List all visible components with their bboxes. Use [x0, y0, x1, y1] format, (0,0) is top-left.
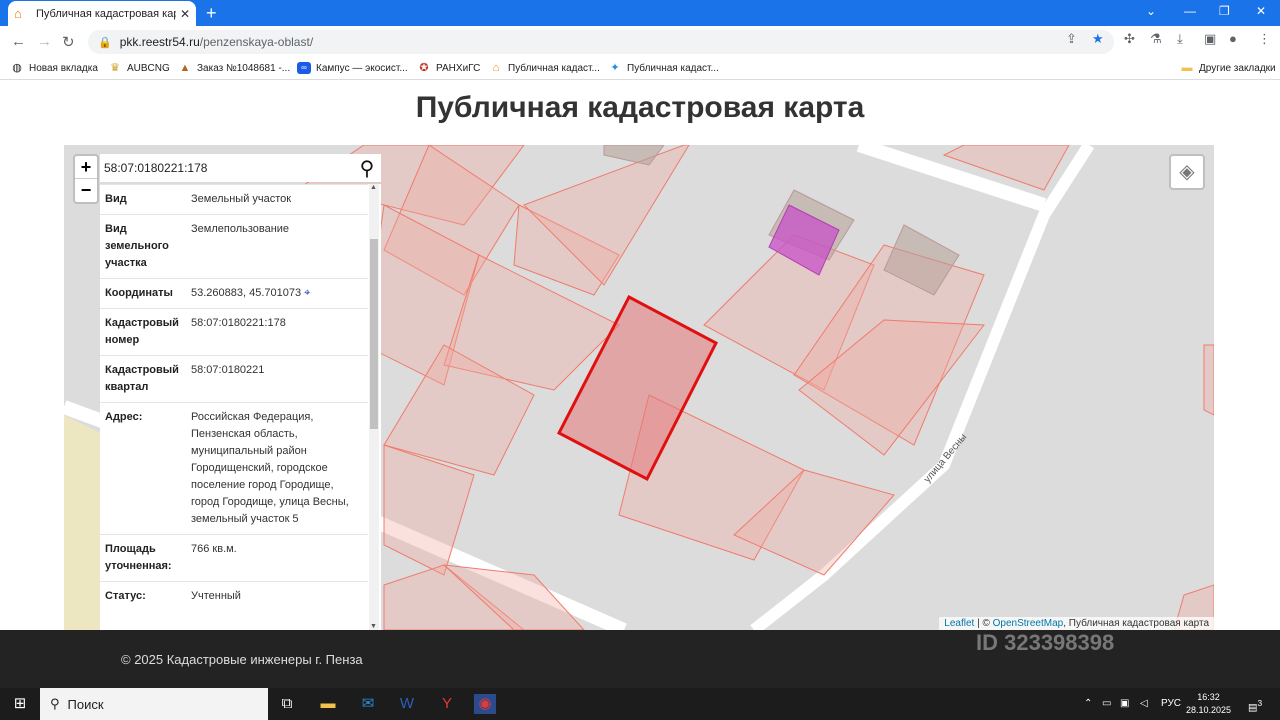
table-row: Кадастровый номер 58:07:0180221:178	[100, 308, 368, 356]
network-icon[interactable]: ▣	[1120, 698, 1129, 709]
taskbar-search[interactable]: ⚲ Поиск	[40, 688, 268, 720]
close-window-icon[interactable]: ✕	[1256, 4, 1266, 18]
extensions-icon[interactable]: ✣	[1124, 31, 1135, 47]
leaflet-link[interactable]: Leaflet	[944, 618, 974, 629]
ranepa-icon: ✪	[419, 62, 429, 74]
bookmark-item[interactable]: ✪ РАНХиГС	[417, 62, 480, 74]
bookmark-star-icon[interactable]: ★	[1092, 31, 1104, 47]
order-icon: ▲	[179, 62, 191, 74]
scroll-down-icon[interactable]: ▼	[370, 623, 377, 630]
browser-tab-active[interactable]: ⌂ Публичная кадастровая карта П ✕	[8, 1, 196, 26]
menu-kebab-icon[interactable]: ⋮	[1258, 31, 1271, 47]
table-row: Вид Земельный участок	[100, 184, 368, 215]
url-host: pkk.reestr54.ru	[119, 35, 200, 49]
tab-search-chevron-icon[interactable]: ⌄	[1146, 4, 1156, 18]
table-row: Площадь уточненная: 766 кв.м.	[100, 534, 368, 582]
cadastre-icon: ✦	[610, 62, 620, 74]
chrome-app-icon[interactable]: ◉	[474, 694, 496, 714]
tray-chevron-icon[interactable]: ⌃	[1084, 698, 1092, 709]
table-row: Кадастровый квартал 58:07:0180221	[100, 355, 368, 403]
volume-icon[interactable]: ◁	[1140, 698, 1148, 709]
lock-icon: 🔒	[98, 36, 112, 49]
table-row: Вид земельного участка Землепользование	[100, 214, 368, 279]
bookmark-item[interactable]: ♛ AUBCNG	[108, 62, 170, 74]
taskbar-clock[interactable]: 16:32 28.10.2025	[1186, 691, 1231, 717]
reload-icon[interactable]: ↻	[62, 33, 75, 51]
notifications-icon[interactable]: ▤3	[1248, 698, 1262, 713]
globe-icon: ◍	[12, 62, 22, 74]
task-view-icon[interactable]: ⧉	[276, 694, 298, 714]
layers-icon[interactable]: ◈	[1169, 154, 1205, 190]
yandex-browser-icon[interactable]: Y	[436, 694, 458, 714]
word-icon[interactable]: W	[396, 694, 418, 714]
search-icon: ⚲	[50, 696, 60, 711]
address-bar[interactable]: 🔒 pkk.reestr54.ru/penzenskaya-oblast/	[88, 30, 1114, 54]
zoom-out-button[interactable]: −	[75, 179, 97, 202]
bookmark-item[interactable]: ◍ Новая вкладка	[10, 62, 98, 74]
zoom-in-button[interactable]: +	[75, 156, 97, 179]
back-icon[interactable]: ←	[11, 33, 26, 50]
page-content: Публичная кадастровая карта улица Весны …	[0, 81, 1280, 630]
osm-link[interactable]: OpenStreetMap	[993, 618, 1064, 629]
download-icon[interactable]: ⤓	[1177, 31, 1183, 47]
campus-icon: ∞	[297, 62, 311, 74]
meet-now-icon[interactable]: ▭	[1102, 698, 1111, 709]
new-tab-button[interactable]: +	[206, 3, 217, 23]
side-panel-icon[interactable]: ▣	[1204, 31, 1216, 47]
table-row: Адрес: Российская Федерация, Пензенская о…	[100, 402, 368, 535]
footer-copyright: © 2025 Кадастровые инженеры г. Пенза	[121, 652, 363, 667]
bookmark-item[interactable]: ▲ Заказ №1048681 -...	[178, 62, 291, 74]
cadastral-search: 58:07:0180221:178 ⚲	[100, 154, 381, 182]
folder-icon: ▬	[1181, 62, 1193, 74]
url-path: /penzenskaya-oblast/	[199, 35, 314, 49]
map-attribution: Leaflet | © OpenStreetMap, Публичная кад…	[939, 617, 1214, 630]
bookmark-item[interactable]: ⌂ Публичная кадаст...	[489, 62, 600, 74]
bookmark-item[interactable]: ∞ Кампус — экосист...	[297, 62, 408, 74]
search-input[interactable]: 58:07:0180221:178	[104, 161, 353, 175]
parcel-info-panel: Вид Земельный участок Вид земельного учас…	[100, 184, 381, 630]
forward-icon[interactable]: →	[37, 33, 52, 50]
maximize-icon[interactable]: ❐	[1219, 4, 1230, 18]
locate-on-map-icon[interactable]: ⌖	[304, 287, 310, 299]
bookmarks-bar: ◍ Новая вкладка ♛ AUBCNG ▲ Заказ №1048681 -…	[0, 58, 1280, 80]
parcel-info-table: Вид Земельный участок Вид земельного учас…	[100, 184, 368, 611]
table-row: Статус: Учтенный	[100, 581, 368, 611]
scroll-up-icon[interactable]: ▲	[370, 184, 377, 191]
share-icon[interactable]: ⇪	[1066, 31, 1077, 47]
outlook-icon[interactable]: ✉	[357, 694, 379, 714]
file-explorer-icon[interactable]: ▬	[317, 694, 339, 714]
profile-avatar-icon[interactable]: ●	[1229, 31, 1237, 46]
bookmark-item[interactable]: ✦ Публичная кадаст...	[608, 62, 718, 74]
cadastre-favicon-icon: ⌂	[14, 5, 22, 21]
info-scrollbar[interactable]: ▲ ▼	[369, 184, 379, 630]
table-row: Координаты 53.260883, 45.701073 ⌖	[100, 278, 368, 309]
scrollbar-thumb[interactable]	[370, 239, 378, 429]
search-icon[interactable]: ⚲	[353, 156, 381, 181]
browser-toolbar: ← → ↻ 🔒 pkk.reestr54.ru/penzenskaya-obla…	[0, 26, 1280, 58]
input-language[interactable]: РУС	[1161, 698, 1181, 709]
windows-taskbar: ⊞ ⚲ Поиск ⧉ ▬ ✉ W Y ◉ ⌃ ▭ ▣ ◁ РУС 16:32 …	[0, 688, 1280, 720]
browser-tab-strip: ⌂ Публичная кадастровая карта П ✕ + ⌄ — …	[0, 0, 1280, 26]
watermark-id: ID 323398398	[976, 630, 1115, 655]
cadastre-icon: ⌂	[492, 62, 500, 74]
emblem-icon: ♛	[110, 62, 120, 74]
lab-flask-icon[interactable]: ⚗	[1150, 31, 1162, 47]
minimize-icon[interactable]: —	[1184, 4, 1196, 18]
tab-title: Публичная кадастровая карта П	[36, 7, 176, 20]
page-title: Публичная кадастровая карта	[415, 91, 865, 124]
windows-start-icon[interactable]: ⊞	[9, 694, 31, 714]
close-tab-icon[interactable]: ✕	[180, 7, 190, 21]
zoom-control: + −	[73, 154, 99, 204]
cadastral-map[interactable]: улица Весны + − 58:07:0180221:178 ⚲ Вид З…	[64, 145, 1214, 630]
other-bookmarks[interactable]: ▬ Другие закладки	[1180, 62, 1276, 74]
